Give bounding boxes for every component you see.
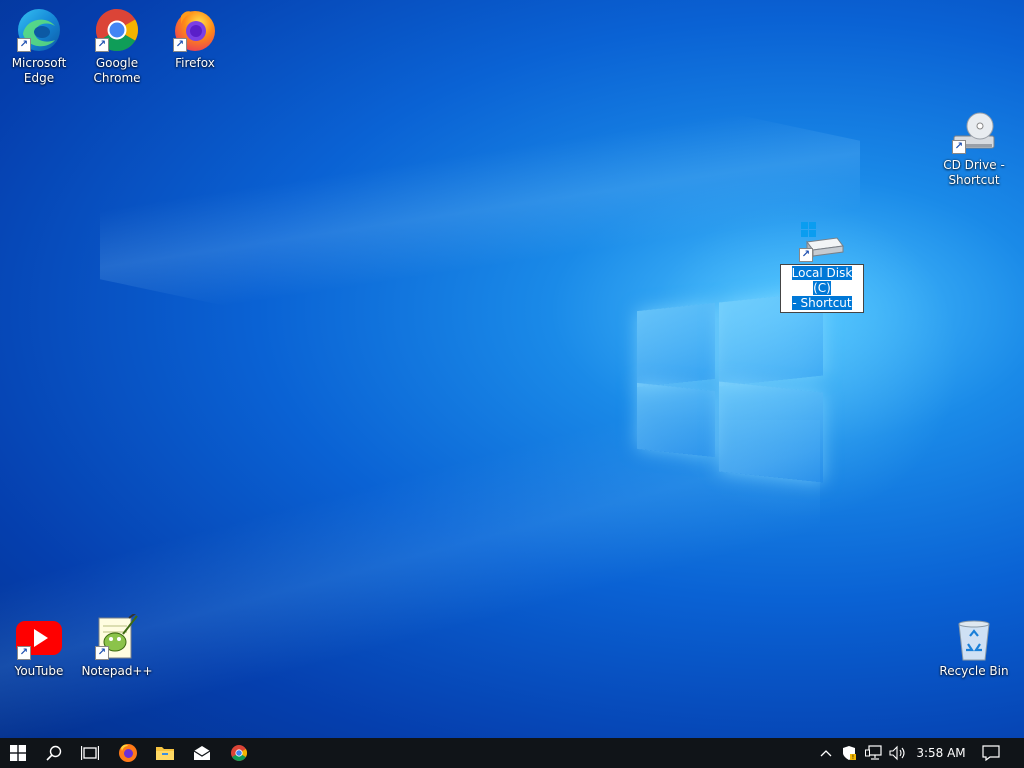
action-center-button[interactable] <box>978 738 1004 768</box>
desktop-icon-cd-drive[interactable]: ↗ CD Drive - Shortcut <box>936 108 1012 188</box>
edge-icon: ↗ <box>15 6 63 54</box>
youtube-icon: ↗ <box>15 614 63 662</box>
start-button[interactable] <box>0 738 36 768</box>
shortcut-arrow-icon: ↗ <box>173 38 187 52</box>
network-icon <box>865 745 882 760</box>
windows-logo-wallpaper <box>637 291 823 483</box>
svg-text:!: ! <box>852 754 854 761</box>
taskbar-chrome[interactable] <box>221 738 257 768</box>
chevron-up-icon <box>820 750 832 757</box>
task-view-icon <box>81 746 99 760</box>
rename-textbox[interactable]: Local Disk (C) - Shortcut <box>780 264 864 313</box>
notification-icon <box>982 745 1000 761</box>
desktop-icon-chrome[interactable]: ↗ Google Chrome <box>79 6 155 86</box>
desktop-icon-edge[interactable]: ↗ Microsoft Edge <box>1 6 77 86</box>
windows-icon <box>10 745 26 761</box>
hard-drive-icon: ↗ <box>797 216 845 264</box>
desktop-icon-firefox[interactable]: ↗ Firefox <box>157 6 233 71</box>
shortcut-arrow-icon: ↗ <box>95 38 109 52</box>
tray-volume[interactable] <box>887 738 909 768</box>
clock[interactable]: 3:58 AM <box>912 738 970 768</box>
taskbar-firefox[interactable] <box>110 738 146 768</box>
desktop-icon-label: Firefox <box>175 56 215 70</box>
desktop-icon-label: Microsoft Edge <box>11 56 67 85</box>
desktop-icon-recycle-bin[interactable]: Recycle Bin <box>936 614 1012 679</box>
recycle-bin-icon <box>950 614 998 662</box>
desktop-icon-label: Notepad++ <box>81 664 153 678</box>
desktop-icon-local-disk[interactable]: ↗ Local Disk (C) - Shortcut <box>780 216 864 313</box>
desktop-icon-label: Google Chrome <box>93 56 141 85</box>
desktop-icon-notepadpp[interactable]: ↗ Notepad++ <box>79 611 155 679</box>
tray-security[interactable]: ! <box>839 738 859 768</box>
taskbar: ! 3:58 AM <box>0 738 1024 768</box>
shortcut-arrow-icon: ↗ <box>799 248 813 262</box>
speaker-icon <box>889 745 905 761</box>
shortcut-arrow-icon: ↗ <box>95 646 109 660</box>
show-hidden-icons-button[interactable] <box>816 738 836 768</box>
desktop[interactable]: ↗ Microsoft Edge ↗ Google Chrome ↗ Firef… <box>0 0 1024 738</box>
desktop-icon-label: Recycle Bin <box>939 664 1009 678</box>
desktop-icon-label: CD Drive - Shortcut <box>943 158 1005 187</box>
desktop-icon-youtube[interactable]: ↗ YouTube <box>1 614 77 679</box>
shield-warning-icon: ! <box>843 746 856 761</box>
task-view-button[interactable] <box>72 738 108 768</box>
rename-text-line1: Local Disk (C) <box>791 266 853 295</box>
tray-network[interactable] <box>863 738 885 768</box>
shortcut-arrow-icon: ↗ <box>17 38 31 52</box>
search-button[interactable] <box>36 738 72 768</box>
shortcut-arrow-icon: ↗ <box>952 140 966 154</box>
taskbar-mail[interactable] <box>184 738 220 768</box>
shortcut-arrow-icon: ↗ <box>17 646 31 660</box>
notepadpp-icon: ↗ <box>93 611 141 662</box>
cd-drive-icon: ↗ <box>950 108 998 156</box>
firefox-icon: ↗ <box>171 6 219 54</box>
file-explorer-icon <box>156 747 174 760</box>
desktop-icon-label: YouTube <box>14 664 64 678</box>
firefox-icon <box>119 744 137 762</box>
search-icon <box>46 745 62 761</box>
taskbar-file-explorer[interactable] <box>147 738 183 768</box>
mail-icon <box>193 746 211 760</box>
rename-text-line2: - Shortcut <box>792 296 852 310</box>
chrome-icon: ↗ <box>93 6 141 54</box>
chrome-icon <box>231 745 247 761</box>
